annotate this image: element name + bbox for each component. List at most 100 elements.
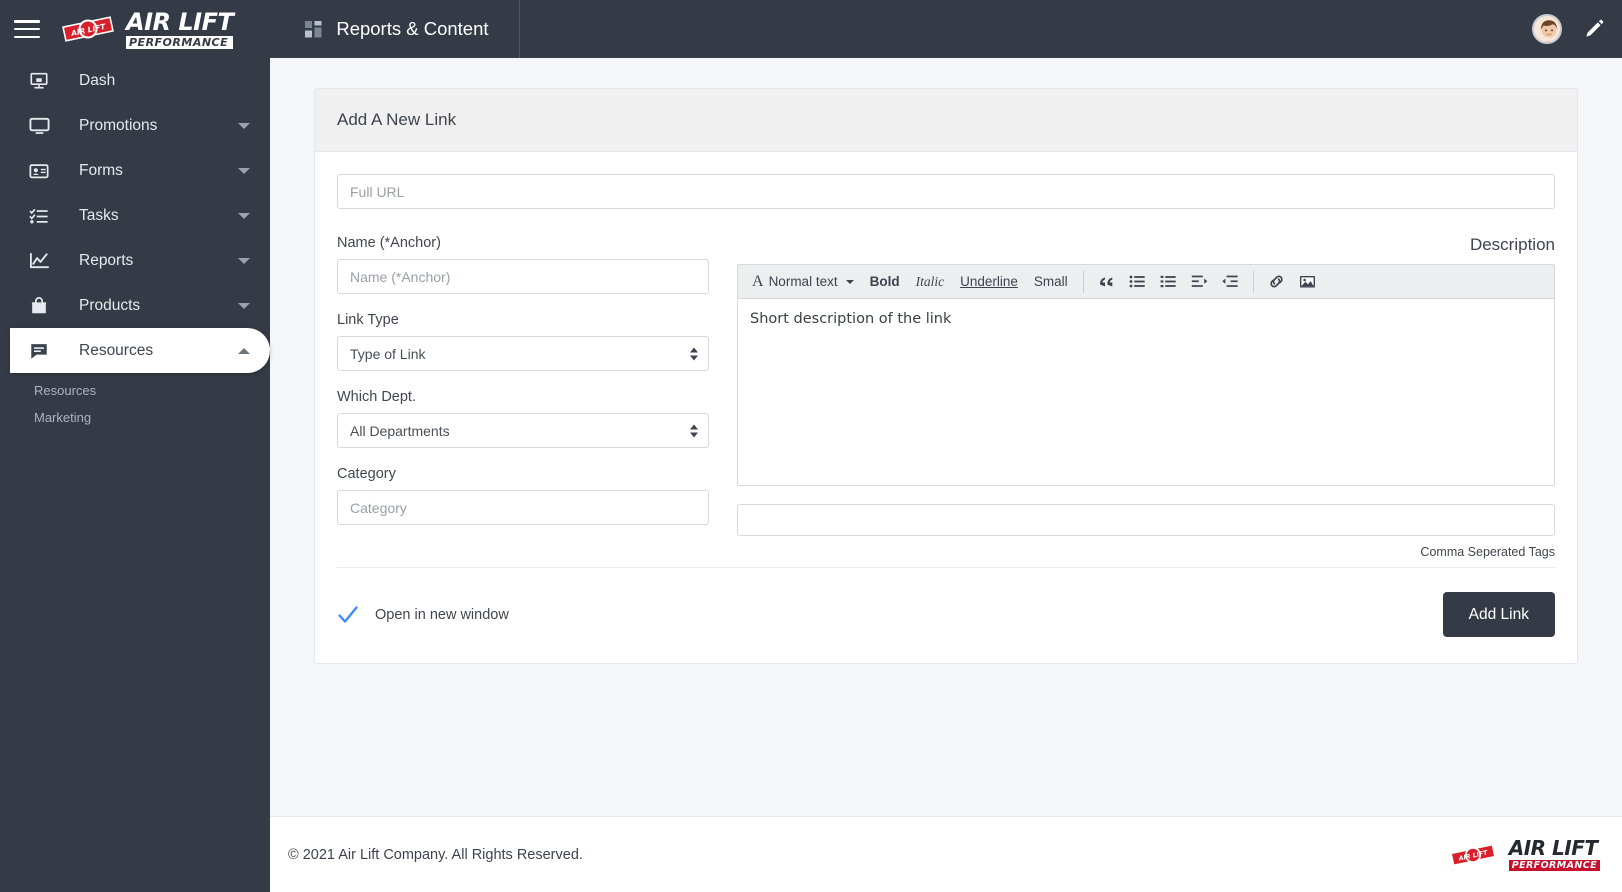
chart-line-icon xyxy=(28,250,50,272)
font-style-icon: A xyxy=(752,272,764,290)
department-select-wrap: All Departments xyxy=(337,413,709,448)
link-type-select-wrap: Type of Link xyxy=(337,336,709,371)
user-avatar[interactable] xyxy=(1532,14,1562,44)
indent-icon[interactable] xyxy=(1184,269,1215,295)
image-icon[interactable] xyxy=(1292,269,1323,295)
category-label: Category xyxy=(337,466,396,482)
chevron-down-icon xyxy=(238,302,250,309)
footer-logos: AIR LIFT AIR LIFT PERFORMANCE xyxy=(1450,835,1600,872)
sidebar-item-label: Dash xyxy=(79,71,116,89)
name-anchor-input[interactable] xyxy=(337,259,709,294)
sidebar-subitem-marketing[interactable]: Marketing xyxy=(34,404,270,431)
sidebar-item-forms[interactable]: Forms xyxy=(0,148,270,193)
app-root: AIR LIFT AIR LIFT PERFORMANCE Reports & … xyxy=(0,0,1622,892)
header-actions xyxy=(1532,14,1622,44)
pencil-icon[interactable] xyxy=(1584,19,1604,39)
sidebar-item-label: Reports xyxy=(79,251,134,269)
text-style-label: Normal text xyxy=(768,274,838,289)
air-lift-badge-icon: AIR LIFT xyxy=(62,14,114,44)
sidebar-item-promotions[interactable]: Promotions xyxy=(0,103,270,148)
link-icon[interactable] xyxy=(1261,269,1292,295)
chevron-down-icon xyxy=(845,279,854,284)
monitor-icon xyxy=(28,115,50,137)
footer-wordmark: AIR LIFT PERFORMANCE xyxy=(1508,835,1600,872)
card-footer: Open in new window Add Link xyxy=(337,567,1555,663)
description-label: Description xyxy=(1469,235,1555,254)
brand-logo[interactable]: AIR LIFT AIR LIFT PERFORMANCE xyxy=(62,7,234,49)
checkmark-icon xyxy=(337,604,359,626)
open-new-window-label: Open in new window xyxy=(375,606,509,623)
field-category: Category xyxy=(337,466,709,525)
chevron-up-icon xyxy=(238,347,250,354)
page-title: Reports & Content xyxy=(336,18,489,39)
sidebar-subitem-resources[interactable]: Resources xyxy=(34,377,270,404)
bag-icon xyxy=(28,295,50,317)
form-right-column: Description A Normal text Bold Italic Un… xyxy=(709,235,1555,559)
page-footer: © 2021 Air Lift Company. All Rights Rese… xyxy=(270,816,1622,892)
sidebar-submenu: Resources Marketing xyxy=(0,373,270,431)
chevron-down-icon xyxy=(238,122,250,129)
full-url-input[interactable] xyxy=(337,174,1555,209)
sidebar-item-products[interactable]: Products xyxy=(0,283,270,328)
grid-icon xyxy=(305,20,322,38)
sidebar-navigation: Dash Promotions Forms Tasks Reports Prod… xyxy=(0,58,270,892)
department-select[interactable]: All Departments xyxy=(337,413,709,448)
field-link-type: Link Type Type of Link xyxy=(337,312,709,371)
sidebar-item-label: Promotions xyxy=(79,116,158,134)
footer-wordmark-bottom: PERFORMANCE xyxy=(1508,859,1600,872)
open-new-window-checkbox[interactable]: Open in new window xyxy=(337,604,509,626)
link-type-label: Link Type xyxy=(337,312,399,328)
bold-button[interactable]: Bold xyxy=(862,269,908,295)
sidebar-item-dash[interactable]: Dash xyxy=(0,58,270,103)
unordered-list-icon[interactable] xyxy=(1122,269,1153,295)
chevron-down-icon xyxy=(238,257,250,264)
desktop-icon xyxy=(28,70,50,92)
description-body[interactable]: Short description of the link xyxy=(738,299,1554,485)
card-title: Add A New Link xyxy=(315,89,1577,152)
sidebar-item-label: Products xyxy=(79,296,141,314)
text-style-dropdown[interactable]: A Normal text xyxy=(742,269,862,295)
sidebar-item-label: Tasks xyxy=(79,206,119,224)
brand-wordmark: AIR LIFT PERFORMANCE xyxy=(126,7,234,49)
form-left-column: Name (*Anchor) Link Type Type of Link xyxy=(337,235,709,559)
name-label: Name (*Anchor) xyxy=(337,235,441,251)
top-header-bar: AIR LIFT AIR LIFT PERFORMANCE Reports & … xyxy=(0,0,1622,58)
main-content: Add A New Link Name (*Anchor) Link Type xyxy=(270,58,1622,892)
hamburger-bar xyxy=(14,20,40,23)
add-link-button[interactable]: Add Link xyxy=(1442,592,1555,637)
toolbar-divider xyxy=(1082,270,1084,293)
card-body: Name (*Anchor) Link Type Type of Link xyxy=(315,152,1577,559)
chevron-down-icon xyxy=(238,212,250,219)
department-label: Which Dept. xyxy=(337,389,416,405)
id-card-icon xyxy=(28,160,50,182)
tags-hint: Comma Seperated Tags xyxy=(1420,545,1555,559)
underline-button[interactable]: Underline xyxy=(952,269,1026,295)
small-text-button[interactable]: Small xyxy=(1026,269,1076,295)
hamburger-bar xyxy=(14,27,40,31)
sidebar-item-tasks[interactable]: Tasks xyxy=(0,193,270,238)
hamburger-menu-icon[interactable] xyxy=(14,20,40,38)
sidebar-item-reports[interactable]: Reports xyxy=(0,238,270,283)
description-editor: A Normal text Bold Italic Underline Smal… xyxy=(737,264,1555,486)
add-link-card: Add A New Link Name (*Anchor) Link Type xyxy=(314,88,1578,664)
sidebar-item-label: Resources xyxy=(79,341,154,359)
tags-input[interactable] xyxy=(737,504,1555,536)
comment-icon xyxy=(28,340,50,362)
field-department: Which Dept. All Departments xyxy=(337,389,709,448)
tags-row: Comma Seperated Tags xyxy=(737,504,1555,559)
toolbar-divider xyxy=(1252,270,1254,293)
ordered-list-icon[interactable] xyxy=(1153,269,1184,295)
link-type-select[interactable]: Type of Link xyxy=(337,336,709,371)
italic-button[interactable]: Italic xyxy=(908,269,953,295)
outdent-icon[interactable] xyxy=(1215,269,1246,295)
footer-wordmark-top: AIR LIFT xyxy=(1508,835,1598,860)
sidebar-item-resources[interactable]: Resources xyxy=(10,328,270,373)
brand-wordmark-top: AIR LIFT xyxy=(126,7,234,36)
brand-wordmark-bottom: PERFORMANCE xyxy=(126,35,234,49)
field-name: Name (*Anchor) xyxy=(337,235,709,294)
blockquote-icon[interactable] xyxy=(1091,269,1122,295)
air-lift-badge-icon: AIR LIFT xyxy=(1450,842,1496,868)
sidebar-item-label: Forms xyxy=(79,161,123,179)
category-input[interactable] xyxy=(337,490,709,525)
chevron-down-icon xyxy=(238,167,250,174)
